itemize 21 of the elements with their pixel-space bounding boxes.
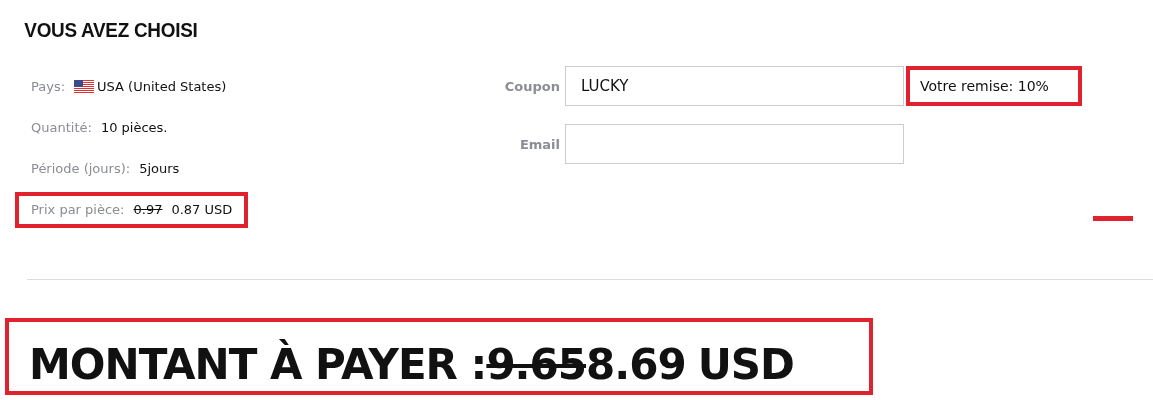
discount-note: Votre remise: 10% [906,66,1082,106]
field-label: Coupon [503,78,560,94]
old-total: 9.65 [486,338,586,391]
field-label: Email [518,136,560,152]
email-field[interactable] [565,124,904,164]
field-label: Pays: [31,79,66,94]
field-value: USA (United States) [97,79,227,94]
old-price: 0.97 [133,202,163,217]
field-label: Période (jours): [31,161,131,176]
flag-icon [74,79,95,94]
total-amount: 8.69 [586,338,686,391]
coupon-field[interactable]: LUCKY [565,66,904,106]
field-label: Prix par pièce: [31,202,125,217]
field-value: 0.87 USD [171,202,233,217]
field-value: 10 pièces. [100,120,168,135]
total-label: MONTANT À PAYER : [29,338,487,391]
section-heading: VOUS AVEZ CHOISI [23,17,199,43]
field-label: Quantité: [31,120,92,135]
accent-bar [1093,216,1133,221]
field-value: 5jours [139,161,180,176]
currency: USD [697,338,794,391]
